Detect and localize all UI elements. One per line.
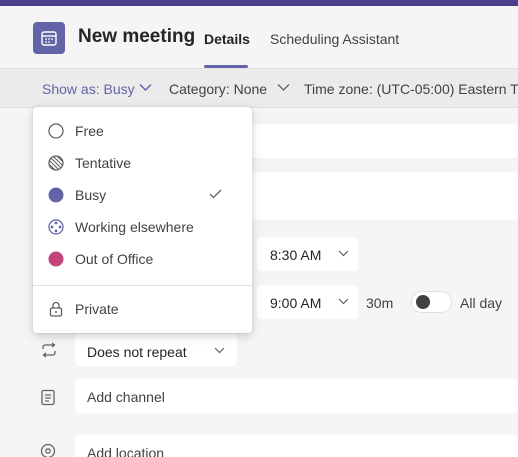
menu-item-label: Working elsewhere [75, 219, 194, 235]
all-day-toggle[interactable] [411, 291, 452, 313]
start-time-picker[interactable]: 8:30 AM [257, 237, 358, 271]
repeat-icon [42, 342, 56, 358]
repeat-dropdown[interactable]: Does not repeat [75, 334, 237, 366]
chevron-down-icon [338, 298, 349, 305]
timezone-dropdown[interactable]: Time zone: (UTC-05:00) Eastern Tim [304, 81, 518, 97]
repeat-value: Does not repeat [87, 344, 187, 360]
end-time-picker[interactable]: 9:00 AM [257, 285, 358, 319]
menu-item-label: Busy [75, 187, 107, 203]
location-icon [40, 443, 56, 457]
menu-divider [33, 285, 252, 286]
menu-item-label: Tentative [75, 155, 132, 171]
tab-details[interactable]: Details [204, 31, 250, 47]
free-status-icon [48, 123, 64, 139]
meeting-options-toolbar: Show as: Busy Category: None Time zone: … [0, 68, 518, 108]
chevron-down-icon[interactable] [139, 83, 152, 92]
channel-icon [41, 389, 55, 406]
meeting-header: New meeting Details Scheduling Assistant [0, 6, 518, 68]
tentative-status-icon [48, 155, 64, 171]
end-time-value: 9:00 AM [270, 295, 322, 311]
start-time-value: 8:30 AM [270, 247, 322, 263]
chevron-down-icon [214, 347, 225, 354]
show-as-menu: Free Tentative Busy Working elsewhere Ou… [33, 107, 252, 333]
tab-scheduling-assistant[interactable]: Scheduling Assistant [270, 31, 399, 47]
menu-item-private[interactable]: Private [33, 293, 252, 325]
menu-item-label: Free [75, 123, 104, 139]
menu-item-working-elsewhere[interactable]: Working elsewhere [33, 211, 252, 243]
category-dropdown[interactable]: Category: None [169, 81, 267, 97]
out-of-office-icon [48, 251, 64, 267]
checkmark-icon [209, 189, 222, 199]
all-day-label: All day [460, 295, 503, 311]
channel-input[interactable]: Add channel [75, 379, 518, 413]
calendar-icon [33, 22, 65, 54]
show-as-dropdown[interactable]: Show as: Busy [42, 81, 135, 97]
working-elsewhere-icon [48, 219, 64, 235]
chevron-down-icon[interactable] [277, 83, 290, 92]
lock-icon [49, 301, 63, 317]
menu-item-label: Out of Office [75, 251, 154, 267]
location-input[interactable]: Add location [75, 435, 518, 457]
menu-item-busy[interactable]: Busy [33, 179, 252, 211]
menu-item-free[interactable]: Free [33, 115, 252, 147]
menu-item-label: Private [75, 301, 119, 317]
chevron-down-icon [338, 250, 349, 257]
menu-item-tentative[interactable]: Tentative [33, 147, 252, 179]
page-title: New meeting [78, 26, 196, 47]
menu-item-out-of-office[interactable]: Out of Office [33, 243, 252, 275]
toggle-knob [416, 295, 430, 309]
busy-status-icon [48, 187, 64, 203]
duration-label: 30m [366, 295, 394, 311]
